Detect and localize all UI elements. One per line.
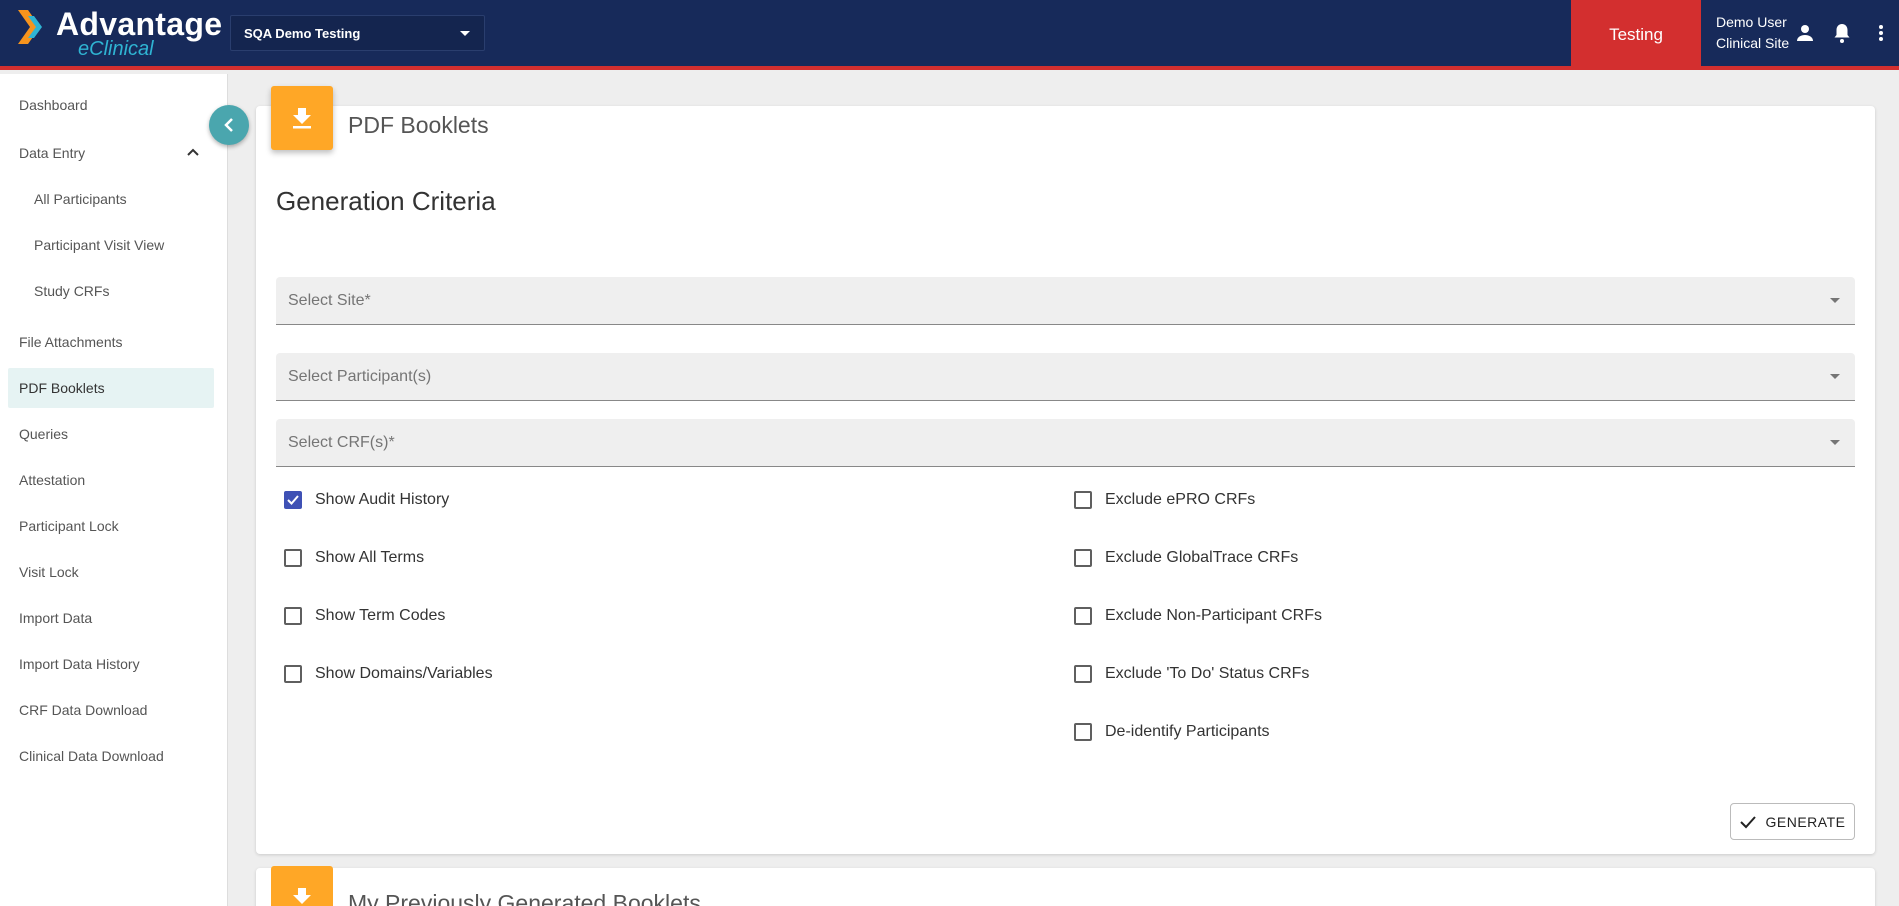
select-site-dropdown[interactable]: Select Site* (276, 277, 1855, 325)
sidebar-item-label: CRF Data Download (19, 702, 148, 718)
sidebar-item-dashboard[interactable]: Dashboard (8, 85, 214, 125)
sidebar-item-attestation[interactable]: Attestation (8, 460, 214, 500)
sidebar-nav: Dashboard Data Entry All Participants Pa… (0, 74, 228, 906)
exclude-epro-crfs-label: Exclude ePRO CRFs (1105, 491, 1256, 508)
check-icon (1739, 815, 1756, 828)
select-participants-label: Select Participant(s) (288, 368, 432, 385)
exclude-non-participant-crfs-checkbox[interactable] (1074, 607, 1092, 625)
exclude-todo-status-crfs-checkbox[interactable] (1074, 665, 1092, 683)
exclude-epro-crfs-option[interactable]: Exclude ePRO CRFs (1074, 488, 1255, 512)
select-site-label: Select Site* (288, 292, 371, 309)
sidebar-item-label: Study CRFs (34, 283, 110, 299)
deidentify-participants-option[interactable]: De-identify Participants (1074, 720, 1270, 744)
generate-button-label: GENERATE (1765, 813, 1846, 830)
exclude-globaltrace-crfs-label: Exclude GlobalTrace CRFs (1105, 549, 1299, 566)
sidebar-item-label: All Participants (34, 191, 127, 207)
dropdown-arrow-icon (1830, 298, 1840, 303)
dropdown-arrow-icon (1830, 440, 1840, 445)
sidebar-item-clinical-data-download[interactable]: Clinical Data Download (8, 736, 214, 776)
show-term-codes-checkbox[interactable] (284, 607, 302, 625)
sidebar-item-label: Participant Visit View (34, 237, 165, 253)
card-header-badge (271, 86, 333, 150)
more-vert-icon[interactable] (1869, 21, 1893, 45)
sidebar-item-queries[interactable]: Queries (8, 414, 214, 454)
deidentify-participants-label: De-identify Participants (1105, 723, 1270, 740)
select-crfs-dropdown[interactable]: Select CRF(s)* (276, 419, 1855, 467)
section-title: Generation Criteria (276, 186, 496, 216)
sidebar-item-label: Visit Lock (19, 564, 79, 580)
exclude-globaltrace-crfs-checkbox[interactable] (1074, 549, 1092, 567)
environment-badge: Testing (1571, 0, 1701, 70)
sidebar-item-file-attachments[interactable]: File Attachments (8, 322, 214, 362)
study-selector-value: SQA Demo Testing (244, 26, 361, 41)
advantage-eclinical-logo[interactable]: Advantage eClinical (18, 6, 222, 62)
sidebar-item-visit-lock[interactable]: Visit Lock (8, 552, 214, 592)
show-domains-variables-option[interactable]: Show Domains/Variables (284, 662, 493, 686)
show-term-codes-option[interactable]: Show Term Codes (284, 604, 445, 628)
logo-chevron-icon (18, 10, 42, 44)
sidebar-item-participant-visit-view[interactable]: Participant Visit View (8, 225, 214, 265)
sidebar-item-pdf-booklets[interactable]: PDF Booklets (8, 368, 214, 408)
sidebar-item-label: Queries (19, 426, 69, 442)
user-role: Clinical Site (1716, 35, 1790, 51)
sidebar-item-import-data-history[interactable]: Import Data History (8, 644, 214, 684)
sidebar-item-import-data[interactable]: Import Data (8, 598, 214, 638)
previous-booklets-title: My Previously Generated Booklets (348, 890, 701, 906)
checkmark-icon (287, 495, 299, 505)
sidebar-item-crf-data-download[interactable]: CRF Data Download (8, 690, 214, 730)
show-domains-variables-checkbox[interactable] (284, 665, 302, 683)
show-audit-history-option[interactable]: Show Audit History (284, 488, 449, 512)
exclude-epro-crfs-checkbox[interactable] (1074, 491, 1092, 509)
sidebar-item-label: Clinical Data Download (19, 748, 164, 764)
generate-button[interactable]: GENERATE (1730, 803, 1855, 840)
chevron-left-icon (224, 118, 233, 132)
select-crfs-label: Select CRF(s)* (288, 434, 395, 451)
exclude-non-participant-crfs-label: Exclude Non-Participant CRFs (1105, 607, 1322, 624)
exclude-todo-status-crfs-label: Exclude 'To Do' Status CRFs (1105, 665, 1310, 682)
user-info: Demo User Clinical Site (1716, 12, 1789, 54)
sidebar-item-label: Import Data History (19, 656, 140, 672)
dropdown-arrow-icon (460, 31, 470, 36)
deidentify-participants-checkbox[interactable] (1074, 723, 1092, 741)
download-icon (293, 108, 311, 129)
show-audit-history-label: Show Audit History (315, 491, 450, 508)
exclude-todo-status-crfs-option[interactable]: Exclude 'To Do' Status CRFs (1074, 662, 1309, 686)
sidebar-item-data-entry[interactable]: Data Entry (8, 133, 214, 173)
sidebar-item-label: File Attachments (19, 334, 123, 350)
page-title: PDF Booklets (348, 112, 489, 138)
logo-secondary-text: eClinical (78, 38, 154, 60)
study-selector[interactable]: SQA Demo Testing (230, 15, 485, 51)
exclude-non-participant-crfs-option[interactable]: Exclude Non-Participant CRFs (1074, 604, 1322, 628)
chevron-up-icon[interactable] (186, 147, 200, 157)
sidebar-item-label: Import Data (19, 610, 93, 626)
sidebar-item-label: Dashboard (19, 97, 88, 113)
show-domains-variables-label: Show Domains/Variables (315, 665, 493, 682)
bell-icon[interactable] (1830, 21, 1854, 45)
select-participants-dropdown[interactable]: Select Participant(s) (276, 353, 1855, 401)
sidebar-item-label: PDF Booklets (19, 380, 105, 396)
top-app-bar: Advantage eClinical SQA Demo Testing Tes… (0, 0, 1899, 70)
card-header-badge (271, 866, 333, 906)
sidebar-item-label: Attestation (19, 472, 86, 488)
download-icon (293, 888, 311, 904)
sidebar-item-all-participants[interactable]: All Participants (8, 179, 214, 219)
sidebar-item-participant-lock[interactable]: Participant Lock (8, 506, 214, 546)
show-all-terms-label: Show All Terms (315, 549, 425, 566)
sidebar-item-label: Participant Lock (19, 518, 119, 534)
sidebar-item-study-crfs[interactable]: Study CRFs (8, 271, 214, 311)
pdf-booklets-card (256, 106, 1875, 854)
exclude-globaltrace-crfs-option[interactable]: Exclude GlobalTrace CRFs (1074, 546, 1298, 570)
dropdown-arrow-icon (1830, 374, 1840, 379)
user-name: Demo User (1716, 14, 1787, 30)
sidebar-item-label: Data Entry (19, 145, 86, 161)
show-audit-history-checkbox[interactable] (284, 491, 302, 509)
collapse-sidebar-button[interactable] (209, 105, 249, 145)
show-term-codes-label: Show Term Codes (315, 607, 446, 624)
show-all-terms-option[interactable]: Show All Terms (284, 546, 424, 570)
person-icon[interactable] (1793, 21, 1817, 45)
show-all-terms-checkbox[interactable] (284, 549, 302, 567)
